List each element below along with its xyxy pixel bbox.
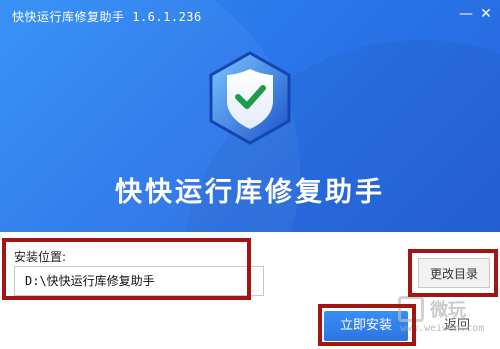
close-button[interactable]: ✕ <box>476 4 496 24</box>
watermark-url: www.weiwan.com <box>400 323 485 334</box>
shield-check-icon <box>201 49 299 147</box>
close-icon: ✕ <box>480 6 492 22</box>
watermark-text: 微玩 <box>430 300 466 321</box>
change-directory-button[interactable]: 更改目录 <box>418 258 490 288</box>
watermark-logo-icon <box>398 296 424 322</box>
install-path-field[interactable]: D:\快快运行库修复助手 <box>14 266 264 296</box>
minimize-icon: — <box>459 6 473 22</box>
install-location-label: 安装位置: <box>14 250 67 264</box>
install-now-button[interactable]: 立即安装 <box>324 311 408 341</box>
app-name-heading: 快快运行库修复助手 <box>115 177 385 208</box>
window-title: 快快运行库修复助手 1.6.1.236 <box>12 10 202 24</box>
minimize-button[interactable]: — <box>456 4 476 24</box>
